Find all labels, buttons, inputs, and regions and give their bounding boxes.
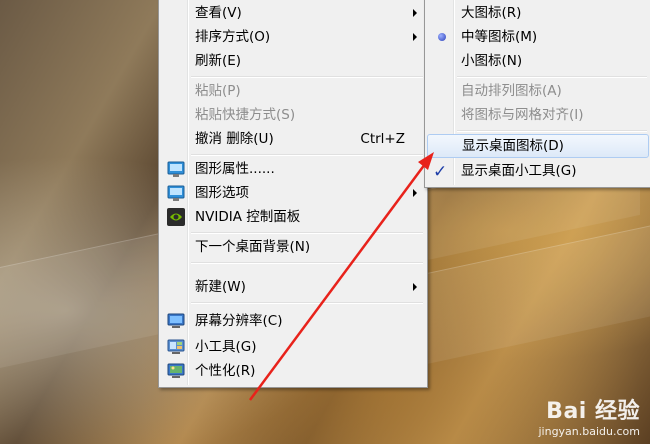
menu-separator: [191, 232, 423, 234]
submenu-item-show-desktop-gadgets[interactable]: ✓ 显示桌面小工具(G): [427, 159, 649, 183]
watermark-logo: Bai 经验: [546, 399, 640, 424]
menu-item-label: 自动排列图标(A): [461, 83, 562, 99]
desktop-context-menu: 查看(V) 排序方式(O) 刷新(E) 粘贴(P) 粘贴快捷方式(S) 撤消 删…: [158, 0, 428, 388]
menu-separator: [191, 302, 423, 304]
menu-item-refresh[interactable]: 刷新(E): [161, 49, 425, 73]
menu-item-sort-by[interactable]: 排序方式(O): [161, 25, 425, 49]
menu-item-label: 大图标(R): [461, 5, 522, 21]
menu-item-label: 图形选项: [195, 185, 249, 201]
menu-item-new[interactable]: 新建(W): [161, 275, 425, 299]
menu-item-shortcut: Ctrl+Z: [360, 131, 405, 147]
nvidia-icon: [167, 208, 185, 226]
submenu-item-large-icons[interactable]: 大图标(R): [427, 1, 649, 25]
menu-item-label: 小图标(N): [461, 53, 523, 69]
submenu-arrow-icon: [413, 33, 417, 41]
wallpaper-panel: [0, 232, 160, 369]
menu-item-label: 显示桌面小工具(G): [461, 163, 577, 179]
gadgets-icon: [167, 338, 185, 356]
menu-item-label: 将图标与网格对齐(I): [461, 107, 584, 123]
graphics-properties-icon: [167, 160, 185, 178]
submenu-arrow-icon: [413, 9, 417, 17]
menu-item-paste-shortcut[interactable]: 粘贴快捷方式(S): [161, 103, 425, 127]
menu-item-label: 刷新(E): [195, 53, 242, 69]
submenu-arrow-icon: [413, 283, 417, 291]
menu-separator: [457, 76, 647, 78]
checkmark-icon: ✓: [433, 162, 448, 182]
personalize-icon: [167, 362, 185, 380]
menu-item-graphics-options[interactable]: 图形选项: [161, 181, 425, 205]
menu-item-label: 新建(W): [195, 279, 246, 295]
graphics-options-icon: [167, 184, 185, 202]
menu-separator: [191, 76, 423, 78]
watermark-url: jingyan.baidu.com: [538, 425, 640, 438]
menu-item-graphics-properties[interactable]: 图形属性......: [161, 157, 425, 181]
submenu-item-align-to-grid[interactable]: 将图标与网格对齐(I): [427, 103, 649, 127]
menu-item-view[interactable]: 查看(V): [161, 1, 425, 25]
menu-item-label: 显示桌面图标(D): [462, 138, 564, 154]
menu-separator: [191, 154, 423, 156]
view-submenu: 大图标(R) 中等图标(M) 小图标(N) 自动排列图标(A) 将图标与网格对齐…: [424, 0, 650, 188]
menu-item-label: 个性化(R): [195, 363, 256, 379]
menu-item-undo-delete[interactable]: 撤消 删除(U) Ctrl+Z: [161, 127, 425, 151]
menu-separator: [191, 262, 423, 264]
menu-item-nvidia-control-panel[interactable]: NVIDIA 控制面板: [161, 205, 425, 229]
menu-item-label: 撤消 删除(U): [195, 131, 274, 147]
menu-item-paste[interactable]: 粘贴(P): [161, 79, 425, 103]
submenu-item-show-desktop-icons[interactable]: 显示桌面图标(D): [427, 134, 649, 158]
menu-separator: [457, 130, 647, 132]
menu-item-label: 查看(V): [195, 5, 242, 21]
menu-item-label: 粘贴快捷方式(S): [195, 107, 296, 123]
menu-item-label: 粘贴(P): [195, 83, 241, 99]
menu-item-gadgets[interactable]: 小工具(G): [161, 335, 425, 359]
baidu-watermark: Bai 经验 jingyan.baidu.com: [538, 393, 640, 438]
submenu-item-medium-icons[interactable]: 中等图标(M): [427, 25, 649, 49]
menu-item-label: 中等图标(M): [461, 29, 538, 45]
submenu-arrow-icon: [413, 189, 417, 197]
menu-item-label: 屏幕分辨率(C): [195, 313, 283, 329]
radio-selected-icon: [438, 33, 446, 41]
menu-item-label: 下一个桌面背景(N): [195, 239, 311, 255]
menu-item-screen-resolution[interactable]: 屏幕分辨率(C): [161, 309, 425, 333]
menu-item-label: NVIDIA 控制面板: [195, 209, 301, 225]
submenu-item-auto-arrange[interactable]: 自动排列图标(A): [427, 79, 649, 103]
menu-item-personalize[interactable]: 个性化(R): [161, 359, 425, 383]
menu-item-next-desktop-background[interactable]: 下一个桌面背景(N): [161, 235, 425, 259]
menu-item-label: 图形属性......: [195, 161, 275, 177]
submenu-item-small-icons[interactable]: 小图标(N): [427, 49, 649, 73]
menu-item-label: 小工具(G): [195, 339, 257, 355]
screen-resolution-icon: [167, 312, 185, 330]
menu-item-label: 排序方式(O): [195, 29, 271, 45]
